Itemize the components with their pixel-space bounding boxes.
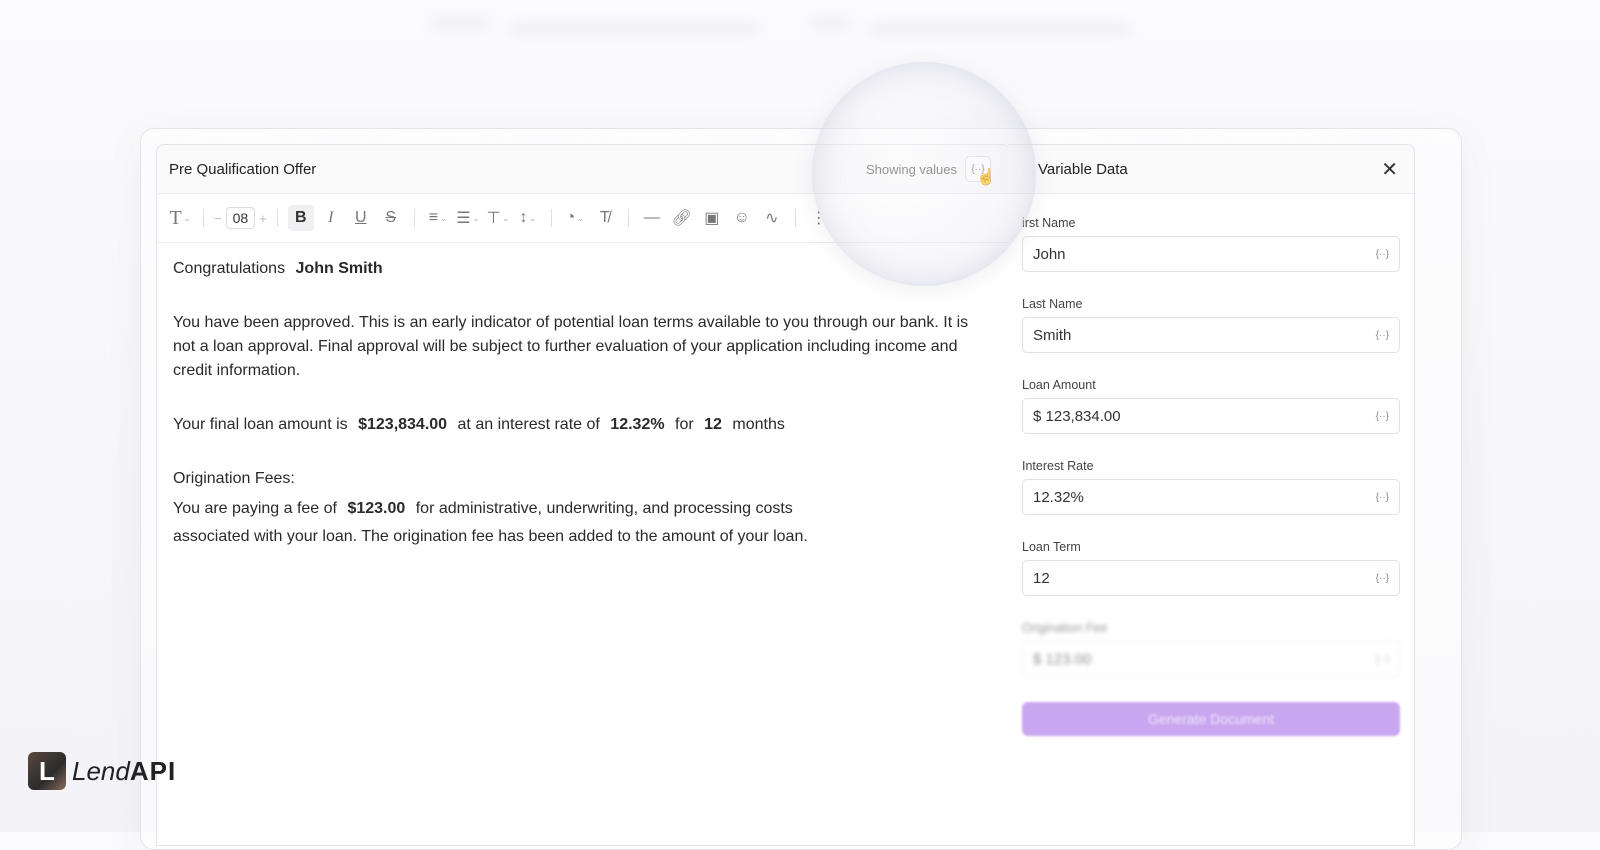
text-height-icon[interactable]: ⊤ ⌄ [485, 205, 511, 231]
emoji-icon[interactable]: ☺ [729, 205, 755, 231]
variable-icon[interactable]: {··} [1376, 492, 1389, 503]
field-value: John [1033, 245, 1066, 263]
fees-paragraph: You are paying a fee of $123.00 for admi… [173, 495, 993, 551]
first-name-field: irst Name John {··} [1022, 216, 1400, 272]
loan-amount-value: $123,834.00 [358, 416, 448, 433]
interest-rate-input[interactable]: 12.32% {··} [1022, 479, 1400, 515]
last-name-field: Last Name Smith {··} [1022, 297, 1400, 353]
text: You are paying a fee of [173, 500, 337, 517]
field-value: $ 123,834.00 [1033, 407, 1121, 425]
loan-term-value: 12 [704, 416, 722, 433]
loan-amount-input[interactable]: $ 123,834.00 {··} [1022, 398, 1400, 434]
document-editor: Pre Qualification Offer Showing values {… [156, 144, 1010, 846]
editor-header: Pre Qualification Offer Showing values {… [157, 145, 1009, 194]
panel-title: Variable Data [1038, 160, 1128, 178]
interest-rate-value: 12.32% [610, 416, 665, 433]
approval-paragraph: You have been approved. This is an early… [173, 314, 969, 379]
toggle-variables-button[interactable]: {··} ☝ [965, 156, 996, 186]
field-label: Last Name [1022, 297, 1083, 311]
increase-font-button[interactable]: + [259, 211, 267, 226]
loan-amount-field: Loan Amount $ 123,834.00 {··} [1022, 378, 1400, 434]
divider [794, 209, 796, 227]
logo-api: API [129, 755, 177, 786]
showing-values-label: Showing values [865, 161, 957, 177]
font-size-input[interactable]: 08 [225, 207, 256, 229]
panel-header: Variable Data ✕ [1008, 145, 1414, 194]
text: for administrative, underwriting, and pr… [415, 500, 793, 517]
clear-format-icon[interactable]: T̸ [592, 205, 618, 231]
congrats-text: Congratulations [173, 260, 286, 277]
document-body[interactable]: Congratulations John Smith You have been… [157, 243, 1009, 565]
origination-fee-field: Origination Fee $ 123.00 {··} [1022, 621, 1400, 677]
strikethrough-icon[interactable]: S [378, 205, 404, 231]
interest-rate-field: Interest Rate 12.32% {··} [1022, 459, 1400, 515]
field-value: 12 [1033, 569, 1050, 587]
variable-icon[interactable]: {··} [1376, 654, 1389, 665]
close-icon[interactable]: ✕ [1381, 157, 1398, 182]
draw-icon[interactable]: ∿ [759, 205, 785, 231]
logo-wordmark: LendAPI [72, 756, 176, 787]
palette-icon[interactable]: ◔ ⌄ [562, 205, 588, 231]
field-label: Loan Term [1022, 540, 1081, 554]
variable-icon[interactable]: {··} [1376, 249, 1389, 260]
field-value: Smith [1033, 326, 1072, 344]
bold-icon[interactable]: B [287, 205, 314, 231]
text: for [675, 416, 694, 433]
text: months [732, 416, 785, 433]
text: associated with your loan. The originati… [173, 528, 808, 545]
field-label: Loan Amount [1022, 378, 1096, 392]
loan-terms-line: Your final loan amount is $123,834.00 at… [173, 413, 993, 437]
last-name-input[interactable]: Smith {··} [1022, 317, 1400, 353]
variable-icon[interactable]: {··} [1376, 573, 1389, 584]
divider [203, 209, 204, 227]
editor-title: Pre Qualification Offer [169, 160, 317, 178]
field-value: 12.32% [1033, 488, 1084, 506]
logo-lend: Lend [72, 755, 130, 786]
field-value: $ 123.00 [1033, 650, 1092, 668]
first-name-input[interactable]: John {··} [1022, 236, 1400, 272]
line-height-icon[interactable]: ↕ ⌄ [515, 205, 541, 231]
divider [550, 209, 552, 227]
text: Your final loan amount is [173, 416, 348, 433]
field-label: irst Name [1022, 216, 1076, 230]
text: at an interest rate of [457, 416, 600, 433]
pointer-cursor-icon: ☝ [976, 169, 996, 186]
divider [413, 209, 415, 227]
loan-term-input[interactable]: 12 {··} [1022, 560, 1400, 596]
align-icon[interactable]: ≡ ⌄ [425, 205, 451, 231]
image-icon[interactable]: ▣ [699, 205, 725, 231]
greeting-line: Congratulations John Smith [173, 257, 993, 281]
field-label: Origination Fee [1022, 621, 1108, 635]
blurred-header [430, 10, 1150, 50]
list-icon[interactable]: ☰ ⌄ [455, 205, 481, 231]
more-icon[interactable]: ⋮ [806, 205, 832, 231]
generate-document-button[interactable]: Generate Document [1022, 702, 1400, 736]
text-type-icon[interactable]: T ⌄ [167, 205, 193, 231]
field-label: Interest Rate [1022, 459, 1094, 473]
fee-amount-value: $123.00 [347, 500, 406, 517]
variable-icon[interactable]: {··} [1376, 330, 1389, 341]
variable-icon[interactable]: {··} [1376, 411, 1389, 422]
origination-fee-input[interactable]: $ 123.00 {··} [1022, 641, 1400, 677]
variable-fields: irst Name John {··} Last Name Smith {··} L… [1008, 194, 1414, 677]
divider [627, 209, 629, 227]
logo-mark: L [28, 752, 66, 790]
name-value: John Smith [295, 260, 383, 277]
lendapi-logo: L LendAPI [28, 752, 176, 790]
decrease-font-button[interactable]: − [214, 211, 222, 226]
underline-icon[interactable]: U [348, 205, 374, 231]
fees-heading: Origination Fees: [173, 470, 295, 487]
formatting-toolbar: T ⌄ − 08 + B I U S ≡ ⌄ ☰ ⌄ ⊤ ⌄ ↕ ⌄ ◔ ⌄ T̸ — 🔗︎… [157, 194, 1009, 243]
loan-term-field: Loan Term 12 {··} [1022, 540, 1400, 596]
link-icon[interactable]: 🔗︎ [669, 205, 695, 231]
divider [276, 209, 278, 227]
horizontal-rule-icon[interactable]: — [639, 205, 665, 231]
italic-icon[interactable]: I [318, 205, 344, 231]
variable-data-panel: Variable Data ✕ irst Name John {··} Last … [1008, 144, 1415, 846]
